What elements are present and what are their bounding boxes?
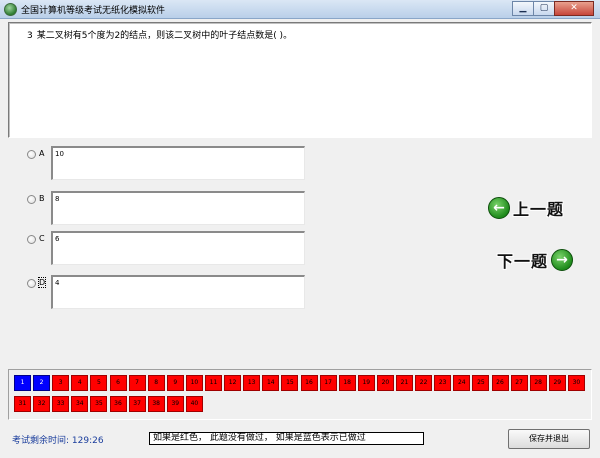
option-text-box[interactable]: 6 (51, 231, 305, 265)
option-letter: A (39, 149, 45, 158)
question-jump-button[interactable]: 36 (109, 396, 127, 412)
question-panel: 3 某二叉树有5个度为2的结点，则该二叉树中的叶子结点数是( )。 (8, 22, 592, 138)
next-question-button[interactable]: 下一题 → (494, 248, 574, 272)
prev-label: 上一题 (513, 200, 565, 219)
question-jump-button[interactable]: 1 (14, 375, 31, 391)
question-jump-button[interactable]: 32 (33, 396, 51, 412)
option-text-box[interactable]: 10 (51, 146, 305, 180)
question-jump-button[interactable]: 14 (262, 375, 280, 391)
question-jump-button[interactable]: 20 (376, 375, 394, 391)
radio-button[interactable] (27, 195, 36, 204)
maximize-button[interactable]: ▢ (533, 1, 555, 16)
question-jump-button[interactable]: 28 (529, 375, 547, 391)
radio-button[interactable] (27, 150, 36, 159)
question-jump-button[interactable]: 27 (510, 375, 528, 391)
question-jump-button[interactable]: 16 (300, 375, 318, 391)
question-jump-button[interactable]: 11 (205, 375, 222, 391)
question-jump-button[interactable]: 39 (166, 396, 184, 412)
option-c[interactable]: C 6 (27, 231, 317, 267)
question-jump-button[interactable]: 9 (166, 375, 184, 391)
title-bar: 全国计算机等级考试无纸化模拟软件 ▁ ▢ ✕ (0, 0, 600, 19)
next-label: 下一题 (497, 252, 549, 271)
option-d[interactable]: D 4 (27, 275, 317, 311)
answer-sheet: 1 2 3 4 5 6 7 8 9 10 11 12 13 14 15 16 17 18 19 20 21 22 23 24 2… (8, 369, 592, 420)
option-text: 8 (55, 195, 60, 203)
question-jump-button[interactable]: 26 (491, 375, 509, 391)
question-jump-button[interactable]: 22 (415, 375, 433, 391)
question-jump-button[interactable]: 8 (147, 375, 165, 391)
prev-question-button[interactable]: ← 上一题 (488, 196, 567, 220)
question-jump-button[interactable]: 24 (453, 375, 471, 391)
question-jump-button[interactable]: 19 (357, 375, 375, 391)
window-controls: ▁ ▢ ✕ (512, 1, 594, 16)
question-jump-button[interactable]: 5 (90, 375, 108, 391)
question-jump-button[interactable]: 30 (567, 375, 585, 391)
question-jump-button[interactable]: 6 (109, 375, 127, 391)
question-jump-button[interactable]: 38 (147, 396, 165, 412)
option-text-box[interactable]: 4 (51, 275, 305, 309)
question-jump-button[interactable]: 23 (434, 375, 452, 391)
arrow-right-icon: → (551, 249, 574, 271)
question-jump-button[interactable]: 4 (71, 375, 89, 391)
option-text: 10 (55, 150, 64, 158)
question-jump-button[interactable]: 15 (281, 375, 299, 391)
option-letter: B (39, 194, 45, 203)
question-jump-button[interactable]: 37 (128, 396, 146, 412)
app-icon (4, 3, 17, 16)
timer-label: 考试剩余时间: (12, 436, 72, 446)
timer-value: 129:26 (71, 436, 104, 446)
option-text: 6 (55, 235, 60, 243)
option-text-box[interactable]: 8 (51, 191, 305, 225)
question-jump-button[interactable]: 33 (52, 396, 70, 412)
question-text-line: 3 某二叉树有5个度为2的结点，则该二叉树中的叶子结点数是( )。 (27, 28, 292, 41)
question-jump-button[interactable]: 34 (71, 396, 89, 412)
question-jump-button[interactable]: 3 (52, 375, 70, 391)
radio-button[interactable] (27, 235, 36, 244)
question-jump-button[interactable]: 7 (128, 375, 146, 391)
question-jump-button[interactable]: 10 (185, 375, 203, 391)
question-jump-button[interactable]: 29 (548, 375, 566, 391)
question-jump-button[interactable]: 25 (472, 375, 490, 391)
option-b[interactable]: B 8 (27, 191, 317, 227)
hint-text-box: 如果是红色， 此题没有做过， 如果是蓝色表示已做过 (149, 432, 424, 445)
save-and-exit-button[interactable]: 保存并退出 (508, 429, 590, 449)
option-text: 4 (55, 279, 60, 287)
minimize-button[interactable]: ▁ (512, 1, 534, 16)
close-button[interactable]: ✕ (554, 1, 594, 16)
timer-display: 考试剩余时间: 129:26 (12, 433, 104, 446)
question-number: 3 (27, 31, 33, 41)
question-jump-button[interactable]: 17 (319, 375, 337, 391)
question-jump-button[interactable]: 18 (338, 375, 356, 391)
window-title: 全国计算机等级考试无纸化模拟软件 (21, 6, 166, 16)
arrow-left-icon: ← (488, 197, 510, 219)
question-jump-button[interactable]: 13 (243, 375, 261, 391)
option-letter: D (37, 277, 47, 288)
question-jump-button[interactable]: 12 (224, 375, 242, 391)
question-jump-button[interactable]: 31 (14, 396, 31, 412)
option-a[interactable]: A 10 (27, 146, 317, 182)
question-jump-button[interactable]: 2 (33, 375, 51, 391)
radio-button[interactable] (27, 279, 36, 288)
question-jump-button[interactable]: 40 (185, 396, 203, 412)
option-letter: C (39, 234, 45, 243)
question-jump-button[interactable]: 21 (396, 375, 413, 391)
question-jump-button[interactable]: 35 (90, 396, 108, 412)
question-text: 某二叉树有5个度为2的结点，则该二叉树中的叶子结点数是( )。 (36, 31, 293, 41)
